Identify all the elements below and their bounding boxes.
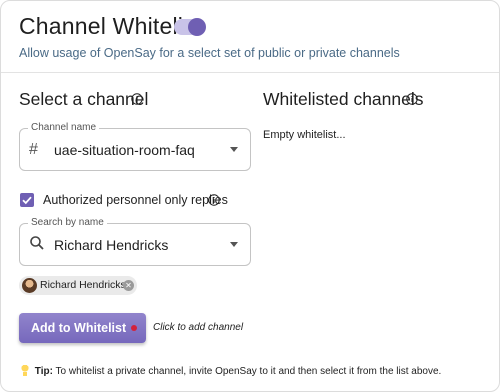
whitelist-toggle[interactable] [174, 18, 206, 36]
chevron-down-icon[interactable] [230, 147, 238, 152]
authorized-label: Authorized personnel only replies [43, 193, 228, 207]
tip-title: Tip: [34, 366, 53, 377]
whitelist-card: Channel Whitelist Allow usage of OpenSay… [0, 0, 500, 392]
check-icon [22, 196, 32, 205]
page-subtitle: Allow usage of OpenSay for a select set … [19, 46, 400, 60]
close-icon[interactable]: ✕ [123, 280, 134, 291]
tip: Tip: To whitelist a private channel, inv… [21, 365, 441, 377]
authorized-checkbox[interactable] [20, 193, 34, 207]
user-search-select[interactable]: Search by name Richard Hendricks [19, 217, 251, 266]
add-to-whitelist-button[interactable]: Add to Whitelist [19, 313, 146, 343]
channel-value: uae-situation-room-faq [54, 142, 195, 158]
user-chip: Richard Hendricks ✕ [19, 276, 137, 295]
tip-text: To whitelist a private channel, invite O… [55, 366, 442, 377]
search-field-label: Search by name [28, 217, 107, 228]
add-button-label: Add to Whitelist [31, 321, 127, 335]
empty-whitelist-text: Empty whitelist... [263, 129, 346, 141]
chevron-down-icon[interactable] [230, 242, 238, 247]
select-channel-heading: Select a channel [19, 89, 149, 109]
header: Channel Whitelist Allow usage of OpenSay… [1, 1, 499, 73]
search-icon [29, 235, 45, 251]
notification-dot [131, 325, 137, 331]
avatar [22, 278, 37, 293]
info-icon[interactable] [208, 194, 220, 206]
header-divider [1, 72, 499, 73]
chip-label: Richard Hendricks [40, 279, 126, 291]
lightbulb-icon [21, 365, 29, 376]
info-icon[interactable] [406, 93, 418, 105]
hash-icon: # [29, 141, 38, 158]
channel-field-label: Channel name [28, 122, 100, 133]
add-hint: Click to add channel [153, 322, 244, 333]
info-icon[interactable] [131, 93, 143, 105]
whitelisted-heading: Whitelisted channels [263, 89, 424, 109]
toggle-knob [188, 18, 206, 36]
channel-select[interactable]: Channel name # uae-situation-room-faq [19, 122, 251, 171]
search-value: Richard Hendricks [54, 237, 169, 253]
